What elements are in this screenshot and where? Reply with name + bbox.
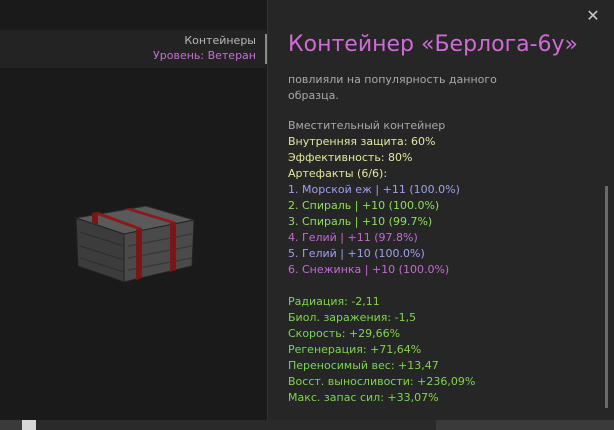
internal-protection: Внутренняя защита: 60%: [288, 135, 436, 148]
artifact-list: 1. Морской еж | +11 (100.0%) 2. Спираль |…: [288, 182, 598, 278]
artifact-item: 3. Спираль | +10 (99.7%): [288, 215, 433, 228]
stat-line: Восст. выносливости: +236,09%: [288, 375, 476, 388]
item-info-window: Контейнеры Уровень: Ветеран ✕ Контейнер …: [0, 0, 614, 430]
artifacts-header: Артефакты (6/6):: [288, 167, 388, 180]
bottom-bar: [0, 420, 614, 430]
stat-line: Макс. запас сил: +33,07%: [288, 391, 439, 404]
artifact-item: 6. Снежинка | +10 (100.0%): [288, 263, 450, 276]
artifact-item: 2. Спираль | +10 (100.0%): [288, 199, 440, 212]
description-line: образца.: [288, 89, 339, 102]
scrollbar[interactable]: [605, 186, 608, 408]
stat-line: Радиация: -2,11: [288, 295, 380, 308]
stat-line: Скорость: +29,66%: [288, 327, 401, 340]
item-details-panel: ✕ Контейнер «Берлога-6у» повлияли на поп…: [267, 0, 614, 420]
stat-line: Переносимый вес: +13,47: [288, 359, 439, 372]
close-icon[interactable]: ✕: [585, 8, 601, 24]
description-line: повлияли на популярность данного: [288, 73, 497, 86]
item-title: Контейнер «Берлога-6у»: [288, 32, 579, 57]
item-stats: Вместительный контейнер Внутренняя защит…: [288, 118, 598, 406]
efficiency: Эффективность: 80%: [288, 151, 413, 164]
artifact-item: 5. Гелий | +10 (100.0%): [288, 247, 425, 260]
stat-list: Радиация: -2,11 Биол. заражения: -1,5 Скор…: [288, 294, 598, 406]
artifact-item: 4. Гелий | +11 (97.8%): [288, 231, 418, 244]
stat-line: Биол. заражения: -1,5: [288, 311, 417, 324]
item-type: Вместительный контейнер: [288, 119, 446, 132]
container-image: [75, 205, 195, 283]
artifact-item: 1. Морской еж | +11 (100.0%): [288, 183, 460, 196]
item-category: Контейнеры: [184, 34, 256, 47]
stat-line: Регенерация: +71,64%: [288, 343, 422, 356]
item-level: Уровень: Ветеран: [153, 49, 256, 62]
item-description: повлияли на популярность данного образца…: [288, 72, 588, 104]
item-preview-panel: Контейнеры Уровень: Ветеран: [0, 0, 266, 430]
